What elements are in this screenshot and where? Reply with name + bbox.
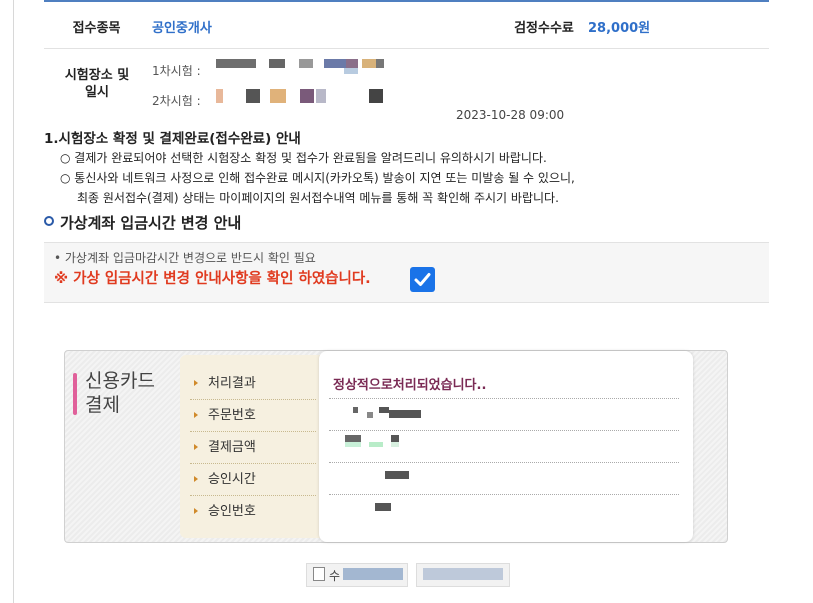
confirm-checkbox[interactable] [410,267,435,292]
arrow-icon [194,476,198,482]
payment-title: 신용카드 결제 [85,370,155,416]
notice1-title: 1.시험장소 확정 및 결제완료(접수완료) 안내 [44,131,301,147]
credit-card-payment-panel: 신용카드 결제 처리결과 주문번호 결제금액 승인시간 승인번호 정상적으로처리… [64,350,728,543]
bullet-ring-icon [44,216,54,226]
value-row-order [329,399,679,431]
round1-datetime: 2023-10-28 09:00 [456,108,565,122]
arrow-icon [194,380,198,386]
venue-label: 시험장소 및 일시 [64,68,130,100]
label-approval-number: 승인번호 [190,496,316,527]
receipt-button[interactable]: 수 [306,563,408,587]
value-row-result [329,367,679,399]
round1-venue-redacted [214,57,389,77]
exam-type-row: 접수종목 공인중개사 검정수수료 28,000원 [44,2,769,49]
value-row-approval-number [329,495,679,526]
notice2-title: 가상계좌 입금시간 변경 안내 [60,214,242,232]
payment-value-column: 정상적으로처리되었습니다.. [319,351,693,542]
fee-value: 28,000원 [588,21,651,36]
payment-label-column: 처리결과 주문번호 결제금액 승인시간 승인번호 [180,355,320,538]
label-order-number: 주문번호 [190,400,316,432]
label-amount-text: 결제금액 [208,440,256,455]
value-row-amount [329,431,679,463]
notice2-box: • 가상계좌 입금마감시간 변경으로 반드시 확인 필요 ※ 가상 입금시간 변… [44,242,769,303]
label-approval-time-text: 승인시간 [208,472,256,487]
round2-venue-redacted [214,87,389,107]
notice1-line1: ○ 결제가 완료되어야 선택한 시험장소 확정 및 접수가 완료됨을 알려드리니… [60,151,547,165]
label-amount: 결제금액 [190,432,316,464]
label-approval-number-text: 승인번호 [208,504,256,519]
arrow-icon [194,444,198,450]
notice2-confirm-text: ※ 가상 입금시간 변경 안내사항을 확인 하였습니다. [54,271,371,287]
label-result: 처리결과 [190,368,316,400]
value-row-approval-time [329,463,679,495]
exam-type-value: 공인중개사 [152,21,212,36]
page-left-border [13,0,14,603]
title-accent-bar [73,373,77,415]
exam-info-table: 접수종목 공인중개사 검정수수료 28,000원 시험장소 및 일시 1차시험 … [44,2,769,122]
secondary-button[interactable] [416,563,510,587]
arrow-icon [194,412,198,418]
fee-label: 검정수수료 [514,21,574,36]
label-order-number-text: 주문번호 [208,408,256,423]
secondary-button-redacted [423,568,503,580]
receipt-button-redacted [343,568,403,580]
exam-type-label: 접수종목 [72,21,121,36]
arrow-icon [194,508,198,514]
checkmark-icon [414,273,431,286]
receipt-button-label: 수 [329,569,341,583]
label-result-text: 처리결과 [208,376,256,391]
notice2-heading: 가상계좌 입금시간 변경 안내 [44,212,241,233]
label-approval-time: 승인시간 [190,464,316,496]
notice1-line2: ○ 통신사와 네트워크 사정으로 인해 접수완료 메시지(카카오톡) 발송이 지… [60,171,575,185]
venue-row: 시험장소 및 일시 1차시험 : 2023-10-28 09:00 2차시험 : [44,49,769,122]
round1-label: 1차시험 : [152,64,201,78]
notice1-line3: 최종 원서접수(결제) 상태는 마이페이지의 원서접수내역 메뉴를 통해 꼭 확… [77,191,559,205]
document-icon [313,567,325,581]
round2-label: 2차시험 : [152,94,201,108]
notice2-line1: • 가상계좌 입금마감시간 변경으로 반드시 확인 필요 [54,251,316,265]
